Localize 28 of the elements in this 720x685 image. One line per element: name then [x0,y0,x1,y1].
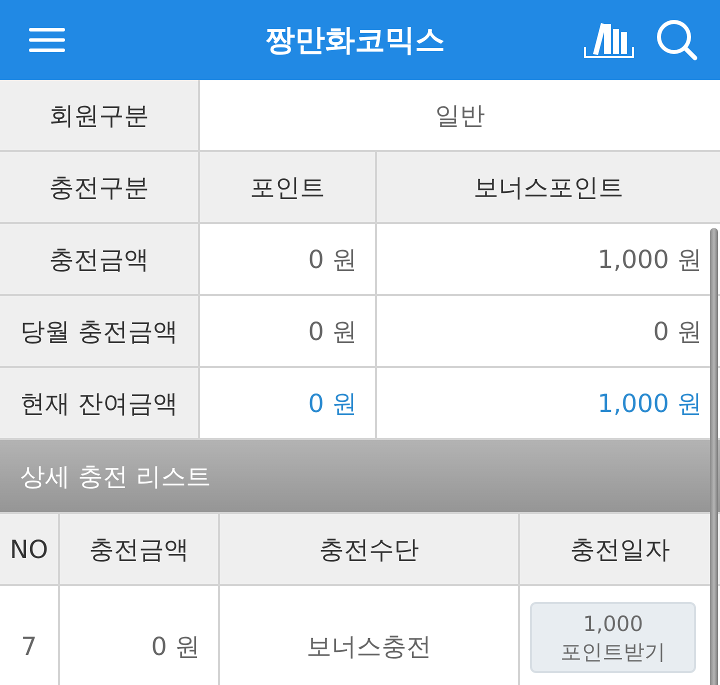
receive-points-button[interactable]: 1,000 포인트받기 [530,602,696,673]
amount-cell: 0 원 [200,296,375,366]
amount-cell: 1,000 원 [377,368,720,438]
search-icon[interactable] [656,19,698,61]
column-header: 충전일자 [520,514,720,584]
row-label: 회원구분 [0,80,198,150]
scrollbar[interactable] [710,228,718,685]
row-label: 당월 충전금액 [0,296,198,366]
row-label: 현재 잔여금액 [0,368,198,438]
amount-cell: 0 원 [60,586,218,685]
amount-cell: 0 원 [200,368,375,438]
row-label: 충전금액 [0,224,198,294]
member-type-value: 일반 [200,80,720,150]
section-title: 상세 충전 리스트 [0,440,720,512]
row-label: 충전구분 [0,152,198,222]
menu-icon[interactable] [28,27,66,53]
column-header: 충전금액 [60,514,218,584]
column-header: 충전수단 [220,514,518,584]
column-header: NO [0,514,58,584]
amount-cell: 0 원 [377,296,720,366]
bookshelf-icon[interactable] [584,21,634,59]
app-title: 짱만화코믹스 [265,22,445,60]
column-header: 포인트 [200,152,375,222]
method-cell: 보너스충전 [220,586,518,685]
number-cell: 7 [0,586,58,685]
amount-cell: 0 원 [200,224,375,294]
amount-cell: 1,000 원 [377,224,720,294]
column-header: 보너스포인트 [377,152,720,222]
